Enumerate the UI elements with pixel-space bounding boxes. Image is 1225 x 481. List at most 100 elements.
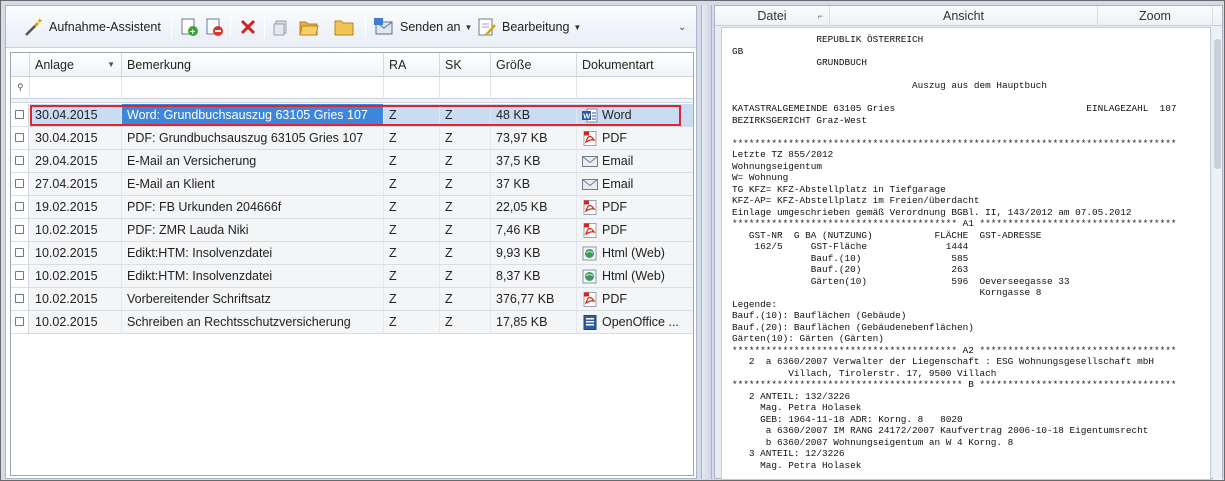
scrollbar-thumb[interactable] <box>1214 39 1221 169</box>
cell-sk[interactable]: Z <box>440 265 491 287</box>
cell-dokumentart[interactable]: PDF <box>577 127 693 149</box>
cell-bemerkung[interactable]: Edikt:HTM: Insolvenzdatei <box>122 265 384 287</box>
table-row[interactable]: 30.04.2015 Word: Grundbuchsauszug 63105 G… <box>11 104 693 127</box>
row-selector[interactable] <box>11 104 29 126</box>
row-selector[interactable] <box>11 311 29 333</box>
cell-dokumentart[interactable]: W Word <box>577 104 693 126</box>
column-header-groesse[interactable]: Größe <box>491 53 577 77</box>
table-row[interactable]: 27.04.2015 E-Mail an Klient Z Z 37 KB Email <box>11 173 693 196</box>
row-selector[interactable] <box>11 150 29 172</box>
table-row[interactable]: 30.04.2015 PDF: Grundbuchsauszug 63105 Gr… <box>11 127 693 150</box>
table-row[interactable]: 10.02.2015 Edikt:HTM: Insolvenzdatei Z Z 9,9… <box>11 242 693 265</box>
row-checkbox[interactable] <box>15 271 24 280</box>
cell-sk[interactable]: Z <box>440 150 491 172</box>
cell-dokumentart[interactable]: OpenOffice ... <box>577 311 693 333</box>
cell-sk[interactable]: Z <box>440 173 491 195</box>
cell-bemerkung[interactable]: PDF: Grundbuchsauszug 63105 Gries 107 <box>122 127 384 149</box>
row-selector[interactable] <box>11 265 29 287</box>
cell-groesse[interactable]: 22,05 KB <box>491 196 577 218</box>
cell-dokumentart[interactable]: Email <box>577 173 693 195</box>
cell-dokumentart[interactable]: PDF <box>577 219 693 241</box>
row-selector[interactable] <box>11 127 29 149</box>
row-selector[interactable] <box>11 173 29 195</box>
cell-bemerkung[interactable]: PDF: ZMR Lauda Niki <box>122 219 384 241</box>
cell-bemerkung[interactable]: Word: Grundbuchsauszug 63105 Gries 107 <box>122 104 384 126</box>
row-selector[interactable] <box>11 288 29 310</box>
document-preview[interactable]: REPUBLIK ÖSTERREICH GB GRUNDBUCH Auszug … <box>721 27 1211 480</box>
table-row[interactable]: 10.02.2015 PDF: ZMR Lauda Niki Z Z 7,46 KB PD… <box>11 219 693 242</box>
column-header-dokumentart[interactable]: Dokumentart <box>577 53 693 77</box>
cell-bemerkung[interactable]: Vorbereitender Schriftsatz <box>122 288 384 310</box>
assistant-button[interactable]: ✦ Aufnahme-Assistent <box>22 14 161 40</box>
cell-ra[interactable]: Z <box>384 242 440 264</box>
cell-bemerkung[interactable]: Edikt:HTM: Insolvenzdatei <box>122 242 384 264</box>
cell-anlage[interactable]: 29.04.2015 <box>30 150 122 172</box>
table-row[interactable]: 29.04.2015 E-Mail an Versicherung Z Z 37,5 K… <box>11 150 693 173</box>
cell-groesse[interactable]: 37,5 KB <box>491 150 577 172</box>
cell-sk[interactable]: Z <box>440 104 491 126</box>
cell-anlage[interactable]: 30.04.2015 <box>30 104 122 126</box>
column-header-sk[interactable]: SK <box>440 53 491 77</box>
cell-ra[interactable]: Z <box>384 311 440 333</box>
delete-button[interactable] <box>237 14 259 40</box>
cell-ra[interactable]: Z <box>384 265 440 287</box>
cell-anlage[interactable]: 10.02.2015 <box>30 242 122 264</box>
cell-dokumentart[interactable]: PDF <box>577 196 693 218</box>
remove-document-button[interactable] <box>203 14 225 40</box>
cell-ra[interactable]: Z <box>384 150 440 172</box>
row-checkbox[interactable] <box>15 156 24 165</box>
cell-anlage[interactable]: 10.02.2015 <box>30 288 122 310</box>
cell-ra[interactable]: Z <box>384 127 440 149</box>
column-header-anlage[interactable]: Anlage ▼ <box>30 53 122 77</box>
row-checkbox[interactable] <box>15 133 24 142</box>
filter-row[interactable]: ⚲ <box>11 77 693 99</box>
cell-dokumentart[interactable]: Email <box>577 150 693 172</box>
open-folder-button[interactable] <box>298 14 320 40</box>
cell-bemerkung[interactable]: E-Mail an Versicherung <box>122 150 384 172</box>
cell-groesse[interactable]: 37 KB <box>491 173 577 195</box>
cell-anlage[interactable]: 10.02.2015 <box>30 311 122 333</box>
table-row[interactable]: 19.02.2015 PDF: FB Urkunden 204666f Z Z 22,0… <box>11 196 693 219</box>
cell-anlage[interactable]: 10.02.2015 <box>30 265 122 287</box>
cell-bemerkung[interactable]: E-Mail an Klient <box>122 173 384 195</box>
cell-sk[interactable]: Z <box>440 196 491 218</box>
cell-ra[interactable]: Z <box>384 219 440 241</box>
stack-button[interactable] <box>270 14 292 40</box>
cell-groesse[interactable]: 73,97 KB <box>491 127 577 149</box>
row-checkbox[interactable] <box>15 317 24 326</box>
table-row[interactable]: 10.02.2015 Edikt:HTM: Insolvenzdatei Z Z 8,3… <box>11 265 693 288</box>
pane-splitter[interactable] <box>701 5 712 479</box>
toolbar-overflow-button[interactable]: ⌄ <box>678 14 686 40</box>
cell-ra[interactable]: Z <box>384 173 440 195</box>
add-document-button[interactable]: + <box>178 14 200 40</box>
cell-groesse[interactable]: 7,46 KB <box>491 219 577 241</box>
row-selector[interactable] <box>11 242 29 264</box>
cell-ra[interactable]: Z <box>384 104 440 126</box>
cell-sk[interactable]: Z <box>440 127 491 149</box>
cell-anlage[interactable]: 10.02.2015 <box>30 219 122 241</box>
cell-ra[interactable]: Z <box>384 196 440 218</box>
cell-groesse[interactable]: 376,77 KB <box>491 288 577 310</box>
cell-dokumentart[interactable]: Html (Web) <box>577 265 693 287</box>
preview-scrollbar[interactable] <box>1213 27 1222 480</box>
cell-sk[interactable]: Z <box>440 242 491 264</box>
folder-button[interactable] <box>333 14 355 40</box>
menu-ansicht[interactable]: Ansicht <box>830 6 1098 26</box>
cell-sk[interactable]: Z <box>440 219 491 241</box>
cell-ra[interactable]: Z <box>384 288 440 310</box>
row-checkbox[interactable] <box>15 110 24 119</box>
cell-anlage[interactable]: 27.04.2015 <box>30 173 122 195</box>
cell-bemerkung[interactable]: PDF: FB Urkunden 204666f <box>122 196 384 218</box>
row-checkbox[interactable] <box>15 179 24 188</box>
cell-dokumentart[interactable]: PDF <box>577 288 693 310</box>
column-header-ra[interactable]: RA <box>384 53 440 77</box>
row-checkbox[interactable] <box>15 202 24 211</box>
edit-menu-button[interactable]: Bearbeitung ▼ <box>476 14 581 40</box>
cell-groesse[interactable]: 8,37 KB <box>491 265 577 287</box>
send-to-button[interactable]: Senden an ▼ <box>373 14 472 40</box>
column-header-bemerkung[interactable]: Bemerkung <box>122 53 384 77</box>
row-checkbox[interactable] <box>15 294 24 303</box>
row-selector[interactable] <box>11 219 29 241</box>
cell-bemerkung[interactable]: Schreiben an Rechtsschutzversicherung <box>122 311 384 333</box>
cell-dokumentart[interactable]: Html (Web) <box>577 242 693 264</box>
